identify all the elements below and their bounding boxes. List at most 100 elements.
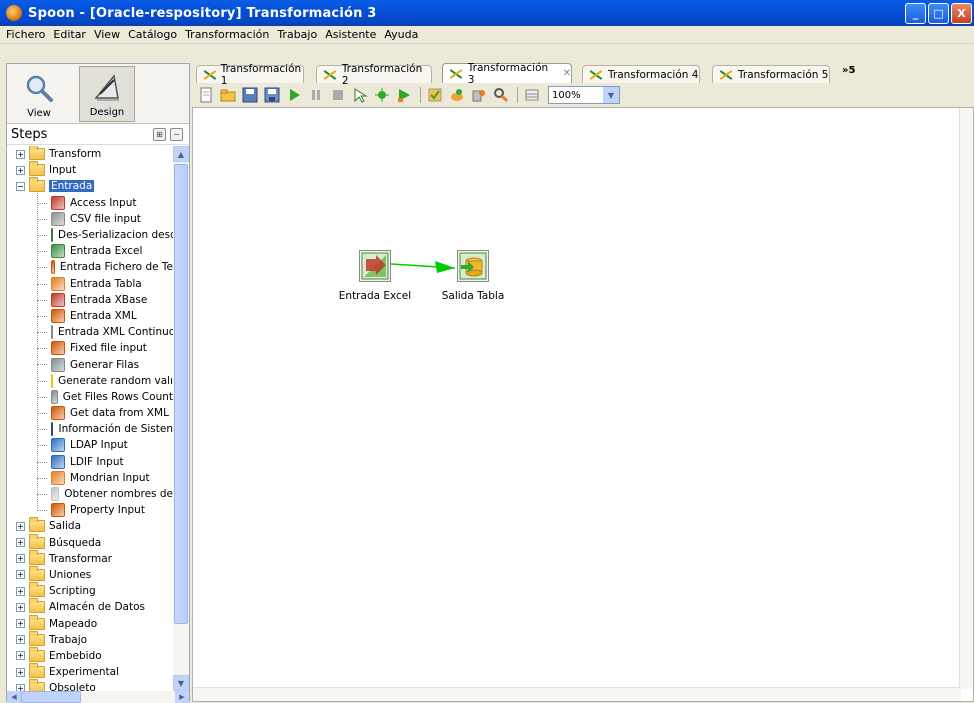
step-node-entrada-excel[interactable] — [359, 250, 391, 282]
step-node-salida-tabla[interactable] — [457, 250, 489, 282]
step-item[interactable]: Entrada Fichero de Te — [7, 259, 173, 275]
step-item[interactable]: Entrada XML Continuc — [7, 324, 173, 340]
step-item[interactable]: Property Input — [7, 502, 173, 518]
step-item[interactable]: CSV file input — [7, 211, 173, 227]
stop-icon[interactable] — [330, 87, 346, 103]
menu-asistente[interactable]: Asistente — [325, 28, 376, 41]
tab-overflow-button[interactable]: »5 — [842, 65, 855, 76]
tab-transformacion-2[interactable]: Transformación 2 — [316, 63, 432, 87]
menu-catalogo[interactable]: Catálogo — [128, 28, 177, 41]
category-item[interactable]: − Entrada — [7, 177, 173, 194]
expand-icon[interactable]: + — [16, 149, 25, 159]
tab-transformacion-1[interactable]: Transformación 1 — [196, 63, 304, 87]
category-item[interactable]: + Uniones — [7, 565, 173, 583]
menu-view[interactable]: View — [94, 28, 120, 41]
step-item[interactable]: Entrada XBase — [7, 292, 173, 308]
new-file-icon[interactable] — [198, 87, 214, 103]
menu-transformacion[interactable]: Transformación — [185, 28, 269, 41]
save-icon[interactable] — [242, 87, 258, 103]
menu-fichero[interactable]: Fichero — [6, 28, 45, 41]
expand-icon[interactable]: + — [16, 667, 25, 677]
step-item[interactable]: Fixed file input — [7, 340, 173, 356]
category-item[interactable]: + Scripting — [7, 582, 173, 599]
tree-scroll-thumb[interactable] — [174, 164, 188, 624]
expand-icon[interactable]: + — [16, 521, 25, 531]
collapse-all-icon[interactable]: − — [170, 128, 183, 141]
step-item[interactable]: LDIF Input — [7, 454, 173, 470]
preview-icon[interactable] — [352, 87, 368, 103]
transformation-canvas[interactable]: Entrada Excel Salida Tabla — [192, 107, 974, 702]
category-item[interactable]: + Búsqueda — [7, 533, 173, 551]
verify-icon[interactable] — [427, 87, 443, 103]
category-item[interactable]: + Almacén de Datos — [7, 598, 173, 615]
step-item[interactable]: Generar Filas — [7, 356, 173, 372]
open-folder-icon[interactable] — [220, 87, 236, 103]
tree-hscroll-thumb[interactable] — [21, 691, 81, 703]
category-item[interactable]: + Mapeado — [7, 614, 173, 631]
tree-horizontal-scrollbar[interactable]: ◀ ▶ — [7, 691, 189, 703]
expand-all-icon[interactable]: ⊞ — [153, 128, 166, 141]
pause-icon[interactable] — [308, 87, 324, 103]
sql-icon[interactable] — [471, 87, 487, 103]
collapse-icon[interactable]: − — [16, 181, 25, 191]
impact-icon[interactable] — [449, 87, 465, 103]
category-item[interactable]: + Obsoleto — [7, 679, 173, 691]
step-item[interactable]: Get Files Rows Count — [7, 389, 173, 405]
category-item[interactable]: + Embebido — [7, 646, 173, 664]
run-icon[interactable] — [286, 87, 302, 103]
view-perspective-button[interactable]: View — [11, 66, 67, 122]
replay-icon[interactable] — [396, 87, 412, 103]
close-tab-icon[interactable]: ✕ — [563, 68, 571, 79]
show-results-icon[interactable] — [524, 87, 540, 103]
title-bar[interactable]: Spoon - [Oracle-respository] Transformac… — [0, 0, 974, 26]
expand-icon[interactable]: + — [16, 586, 25, 596]
expand-icon[interactable]: + — [16, 619, 25, 629]
step-item[interactable]: Des-Serializacion desd — [7, 227, 173, 243]
category-item[interactable]: + Transform — [7, 146, 173, 162]
step-item[interactable]: Mondrian Input — [7, 470, 173, 486]
step-item[interactable]: Entrada XML — [7, 308, 173, 324]
maximize-button[interactable]: □ — [928, 3, 949, 24]
expand-icon[interactable]: + — [16, 554, 25, 564]
expand-icon[interactable]: + — [16, 570, 25, 580]
category-item[interactable]: + Experimental — [7, 663, 173, 680]
category-item[interactable]: + Input — [7, 161, 173, 178]
canvas-horizontal-scrollbar[interactable] — [193, 687, 961, 701]
menu-editar[interactable]: Editar — [53, 28, 86, 41]
step-item[interactable]: LDAP Input — [7, 437, 173, 453]
expand-icon[interactable]: + — [16, 651, 25, 661]
chevron-down-icon[interactable]: ▼ — [603, 87, 619, 103]
category-item[interactable]: + Salida — [7, 517, 173, 534]
step-item[interactable]: Entrada Tabla — [7, 276, 173, 292]
close-button[interactable]: X — [951, 3, 972, 24]
scroll-left-icon[interactable]: ◀ — [7, 691, 21, 703]
category-item[interactable]: + Trabajo — [7, 630, 173, 648]
scroll-up-icon[interactable]: ▲ — [173, 146, 189, 162]
expand-icon[interactable]: + — [16, 683, 25, 691]
debug-icon[interactable] — [374, 87, 390, 103]
step-item[interactable]: Generate random valı — [7, 373, 173, 389]
menu-ayuda[interactable]: Ayuda — [384, 28, 418, 41]
tab-transformacion-5[interactable]: Transformación 5 — [712, 65, 830, 83]
step-item[interactable]: Entrada Excel — [7, 243, 173, 259]
category-item[interactable]: + Transformar — [7, 549, 173, 567]
tab-transformacion-3[interactable]: Transformación 3 ✕ — [442, 62, 572, 86]
save-as-icon[interactable] — [264, 87, 280, 103]
expand-icon[interactable]: + — [16, 635, 25, 645]
menu-trabajo[interactable]: Trabajo — [277, 28, 317, 41]
design-perspective-button[interactable]: Design — [79, 66, 135, 122]
scroll-right-icon[interactable]: ▶ — [175, 691, 189, 703]
expand-icon[interactable]: + — [16, 602, 25, 612]
tab-transformacion-4[interactable]: Transformación 4 — [582, 65, 700, 83]
step-item[interactable]: Obtener nombres de — [7, 486, 173, 502]
step-item[interactable]: Access Input — [7, 195, 173, 211]
scroll-down-icon[interactable]: ▼ — [173, 675, 189, 691]
expand-icon[interactable]: + — [16, 165, 25, 175]
explore-db-icon[interactable] — [493, 87, 509, 103]
canvas-vertical-scrollbar[interactable] — [959, 108, 973, 689]
tree-vertical-scrollbar[interactable]: ▲ ▼ — [173, 146, 189, 691]
zoom-select[interactable]: 100% ▼ — [548, 86, 620, 104]
minimize-button[interactable]: _ — [905, 3, 926, 24]
step-item[interactable]: Información de Sisten — [7, 421, 173, 437]
expand-icon[interactable]: + — [16, 538, 25, 548]
